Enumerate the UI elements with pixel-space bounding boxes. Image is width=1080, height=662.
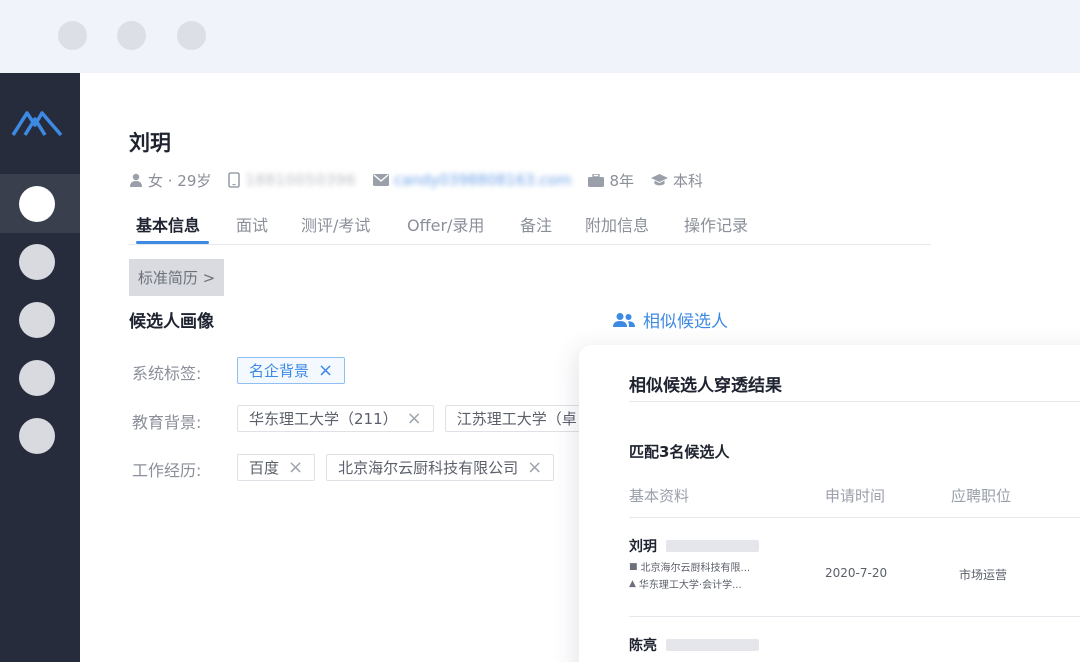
apply-date: 2020-7-20 (825, 566, 888, 580)
user-icon (130, 173, 142, 187)
similar-candidates-link[interactable]: 相似候选人 (613, 307, 728, 332)
gender-age: 女 · 29岁 (148, 171, 212, 190)
tag-label: 江苏理工大学（卓 (456, 410, 577, 428)
school-text: 华东理工大学·会计学... (638, 580, 742, 591)
candidate-name: 刘玥 (129, 131, 171, 155)
graduation-cap-icon (651, 173, 669, 185)
sidebar-item-2[interactable] (19, 244, 55, 280)
users-icon (613, 312, 635, 327)
tag-label: 百度 (249, 459, 280, 477)
similar-candidates-label: 相似候选人 (643, 312, 728, 332)
close-icon[interactable]: × (407, 409, 422, 428)
tag[interactable]: 江苏理工大学（卓 (444, 405, 589, 432)
candidate-row-school: ▲ 华东理工大学·会计学... (629, 576, 742, 592)
redacted-bar (666, 540, 759, 552)
sidebar-item-4[interactable] (19, 360, 55, 396)
column-header-apply-time: 申请时间 (825, 487, 886, 505)
tag[interactable]: 北京海尔云厨科技有限公司 × (326, 454, 555, 481)
row-divider (629, 517, 1080, 518)
window-close-button[interactable] (58, 21, 87, 50)
work-tags: 百度 × 北京海尔云厨科技有限公司 × (237, 454, 555, 481)
close-icon[interactable]: × (318, 361, 333, 380)
candidate-row-name: 陈亮 (629, 638, 657, 654)
building-icon: ■ (629, 561, 638, 572)
window-titlebar (0, 0, 1080, 73)
education-tags: 华东理工大学（211） × 江苏理工大学（卓 (237, 405, 589, 432)
candidate-row-name: 刘玥 (629, 539, 657, 555)
panel-divider (629, 401, 1080, 402)
candidate-portrait-title: 候选人画像 (129, 312, 214, 332)
window-maximize-button[interactable] (177, 21, 206, 50)
system-tags-label: 系统标签: (132, 364, 202, 383)
panel-title: 相似候选人穿透结果 (629, 376, 782, 396)
row-divider (629, 616, 1080, 617)
redacted-bar (666, 639, 759, 651)
standard-resume-button[interactable]: 标准简历 > (129, 259, 224, 296)
close-icon[interactable]: × (527, 458, 542, 477)
tag[interactable]: 华东理工大学（211） × (237, 405, 434, 432)
work-years: 8年 (609, 171, 635, 190)
system-tags: 名企背景 × (237, 357, 346, 384)
candidate-row-company: ■ 北京海尔云厨科技有限... (629, 559, 751, 575)
tag[interactable]: 名企背景 × (237, 357, 346, 384)
tab-additional-info[interactable]: 附加信息 (585, 212, 649, 236)
close-icon[interactable]: × (288, 458, 303, 477)
tab-operation-log[interactable]: 操作记录 (684, 212, 748, 236)
tab-basic-info[interactable]: 基本信息 (136, 212, 200, 236)
tab-notes[interactable]: 备注 (520, 212, 552, 236)
app-logo-icon[interactable] (11, 103, 63, 139)
phone-icon (228, 172, 241, 188)
column-header-position: 应聘职位 (951, 487, 1012, 505)
candidate-meta: 女 · 29岁 18810050396 candy0398808163.com … (129, 170, 720, 190)
mail-icon (372, 174, 389, 186)
tag-label: 北京海尔云厨科技有限公司 (338, 459, 519, 477)
match-count: 匹配3名候选人 (629, 443, 730, 461)
tab-offer[interactable]: Offer/录用 (407, 212, 484, 236)
email-address[interactable]: candy0398808163.com (394, 171, 572, 189)
tag-label: 名企背景 (249, 362, 310, 380)
applied-position: 市场运营 (959, 568, 1008, 582)
sidebar (0, 73, 80, 662)
work-history-label: 工作经历: (132, 461, 202, 480)
column-header-basic: 基本资料 (629, 487, 690, 505)
tab-interview[interactable]: 面试 (236, 212, 268, 236)
similar-candidates-panel: 相似候选人穿透结果 匹配3名候选人 基本资料 申请时间 应聘职位 刘玥 ■ 北京海… (579, 345, 1080, 662)
company-text: 北京海尔云厨科技有限... (640, 563, 751, 574)
sidebar-item-3[interactable] (19, 302, 55, 338)
active-tab-indicator (136, 241, 209, 244)
education-label: 教育背景: (132, 413, 202, 432)
sidebar-item-1[interactable] (19, 186, 55, 222)
sidebar-item-5[interactable] (19, 418, 55, 454)
tag[interactable]: 百度 × (237, 454, 316, 481)
tab-assessment[interactable]: 测评/考试 (301, 212, 370, 236)
education-level: 本科 (673, 171, 704, 190)
phone-number: 18810050396 (245, 171, 356, 189)
tag-label: 华东理工大学（211） (249, 410, 398, 428)
window-minimize-button[interactable] (117, 21, 146, 50)
graduation-cap-icon: ▲ (629, 578, 636, 589)
profile-tabs: 基本信息 面试 测评/考试 Offer/录用 备注 附加信息 操作记录 (129, 201, 931, 245)
briefcase-icon (588, 173, 605, 187)
